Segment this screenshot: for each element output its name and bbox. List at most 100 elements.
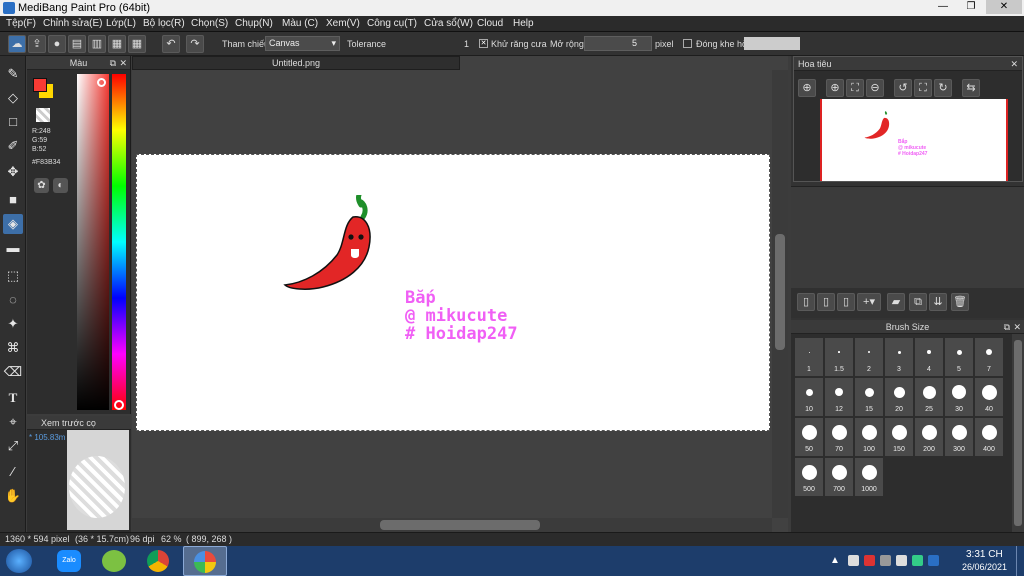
magic-wand-icon[interactable]: ✦ xyxy=(3,314,23,334)
share-icon[interactable]: ⇪ xyxy=(28,35,46,53)
brush-size-cell[interactable]: 10 xyxy=(795,378,823,416)
move-tool-icon[interactable]: ✥ xyxy=(3,162,23,182)
comment-icon[interactable]: ▤ xyxy=(68,35,86,53)
brush-tool-icon[interactable]: ✎ xyxy=(3,64,23,84)
menu-edit[interactable]: Chỉnh sửa(E) xyxy=(43,18,103,29)
menu-window[interactable]: Cửa sổ(W) xyxy=(424,18,473,29)
zoom-in-icon[interactable]: ⊕ xyxy=(826,79,844,97)
horizontal-scroll-thumb[interactable] xyxy=(380,520,540,530)
menu-tools[interactable]: Công cụ(T) xyxy=(367,18,417,29)
trash-icon[interactable]: 🗑 xyxy=(951,293,969,311)
menu-filter[interactable]: Bộ lọc(R) xyxy=(143,18,185,29)
undo-icon[interactable]: ↶ xyxy=(162,35,180,53)
fullscreen-icon[interactable]: ⛶ xyxy=(914,79,932,97)
gradient-tool-icon[interactable]: ▬ xyxy=(3,238,23,258)
new-page-icon[interactable]: ▯ xyxy=(817,293,835,311)
saturation-value-picker[interactable] xyxy=(77,74,109,410)
brush-size-cell[interactable]: 7 xyxy=(975,338,1003,376)
redo-icon[interactable]: ↷ xyxy=(186,35,204,53)
brush-size-cell[interactable]: 400 xyxy=(975,418,1003,456)
brush-size-cell[interactable]: 20 xyxy=(885,378,913,416)
menu-color[interactable]: Màu (C) xyxy=(282,18,318,29)
menu-select[interactable]: Chọn(S) xyxy=(191,18,228,29)
flip-icon[interactable]: ⇆ xyxy=(962,79,980,97)
pen-tool-icon[interactable]: ✐ xyxy=(3,136,23,156)
menu-help[interactable]: Help xyxy=(513,18,534,29)
brush-size-cell[interactable]: 200 xyxy=(915,418,943,456)
tray-expand-icon[interactable]: ▲ xyxy=(830,555,840,566)
brush-size-cell[interactable]: 15 xyxy=(855,378,883,416)
transparent-swatch[interactable] xyxy=(36,108,50,122)
brush-size-cell[interactable]: 100 xyxy=(855,418,883,456)
taskbar-app-launcher[interactable] xyxy=(92,546,136,576)
brush-size-cell[interactable]: 150 xyxy=(885,418,913,456)
vertical-scrollbar[interactable] xyxy=(772,70,788,518)
select-rect-icon[interactable]: ⬚ xyxy=(3,266,23,286)
close-gap-checkbox[interactable] xyxy=(683,39,692,48)
new-layer-icon[interactable]: ▯ xyxy=(797,293,815,311)
speaker-icon[interactable] xyxy=(896,555,907,566)
volume-icon[interactable] xyxy=(848,555,859,566)
panel-close-icon[interactable]: ✕ xyxy=(1010,57,1018,71)
brush-size-cell[interactable]: 700 xyxy=(825,458,853,496)
layer-list[interactable] xyxy=(791,186,1024,288)
drawing-canvas[interactable]: Bắp @ mikucute # Hoidap247 xyxy=(136,154,770,431)
merge-icon[interactable]: ⇊ xyxy=(929,293,947,311)
fill-shape-icon[interactable]: ■ xyxy=(3,190,23,210)
hue-slider[interactable] xyxy=(112,74,126,410)
cloud-icon[interactable]: ☁ xyxy=(8,35,26,53)
menu-cloud[interactable]: Cloud xyxy=(477,18,503,29)
taskbar-app-zalo[interactable]: Zalo xyxy=(47,546,91,576)
brush-size-cell[interactable]: 500 xyxy=(795,458,823,496)
brush-size-cell[interactable]: 1.5 xyxy=(825,338,853,376)
tray-lang-icon[interactable] xyxy=(928,555,939,566)
vertical-scroll-thumb[interactable] xyxy=(775,234,785,350)
antialias-checkbox[interactable]: ✕ xyxy=(479,39,488,48)
primary-color-swatch[interactable] xyxy=(33,78,47,92)
palette-icon[interactable]: ✿ xyxy=(34,178,49,193)
brush-size-cell[interactable]: 25 xyxy=(915,378,943,416)
eraser-tool-icon[interactable]: ◇ xyxy=(3,88,23,108)
select-eraser-icon[interactable]: ⌫ xyxy=(3,362,23,382)
brush-size-scrollbar[interactable] xyxy=(1012,334,1024,532)
select-pen-icon[interactable]: ⌘ xyxy=(3,338,23,358)
panel-close-icon[interactable]: ✕ xyxy=(1013,320,1021,334)
hue-slider-handle[interactable] xyxy=(114,400,124,410)
navigator-thumbnail[interactable]: Bắp @ mikucute # Hoidap247 xyxy=(820,99,1008,181)
brush-size-cell[interactable]: 50 xyxy=(795,418,823,456)
tray-app-icon[interactable] xyxy=(912,555,923,566)
panel-close-icon[interactable]: ✕ xyxy=(119,56,127,70)
document-tab[interactable]: Untitled.png xyxy=(132,56,460,70)
brush-size-cell[interactable]: 4 xyxy=(915,338,943,376)
network-icon[interactable] xyxy=(880,555,891,566)
grid-icon[interactable]: ▦ xyxy=(128,35,146,53)
zoom-out-icon[interactable]: ⊖ xyxy=(866,79,884,97)
close-button[interactable]: ✕ xyxy=(986,0,1022,14)
rotate-left-icon[interactable]: ↺ xyxy=(894,79,912,97)
folder-icon[interactable]: ▰ xyxy=(887,293,905,311)
restore-button[interactable]: ❐ xyxy=(958,0,984,14)
dropper-icon[interactable]: ⁄ xyxy=(3,462,23,482)
show-desktop-button[interactable] xyxy=(1016,546,1024,576)
menu-file[interactable]: Tệp(F) xyxy=(6,18,36,29)
brush-size-cell[interactable]: 5 xyxy=(945,338,973,376)
new-file-icon[interactable]: ▯ xyxy=(837,293,855,311)
rotate-right-icon[interactable]: ↻ xyxy=(934,79,952,97)
lasso-icon[interactable]: ◌ xyxy=(3,290,23,310)
text-tool-icon[interactable]: T xyxy=(3,388,23,408)
reference-select[interactable]: Canvas ▾ xyxy=(265,36,340,51)
undock-icon[interactable]: ⧉ xyxy=(1004,320,1010,334)
close-gap-input[interactable] xyxy=(744,37,800,50)
taskbar-app-chrome[interactable] xyxy=(137,546,181,576)
brush-size-cell[interactable]: 3 xyxy=(885,338,913,376)
minimize-button[interactable]: — xyxy=(930,0,956,14)
brush-size-cell[interactable]: 300 xyxy=(945,418,973,456)
taskbar-app-medibang[interactable] xyxy=(183,546,227,576)
speech-bubble-icon[interactable]: ● xyxy=(48,35,66,53)
menu-layer[interactable]: Lớp(L) xyxy=(106,18,136,29)
zoom-in-icon[interactable]: ⊕ xyxy=(798,79,816,97)
start-button[interactable] xyxy=(6,549,32,573)
expand-stepper[interactable]: 5 xyxy=(584,36,652,51)
eyedropper-icon[interactable]: ⤢ xyxy=(3,436,23,456)
brush-size-scroll-thumb[interactable] xyxy=(1014,340,1022,526)
